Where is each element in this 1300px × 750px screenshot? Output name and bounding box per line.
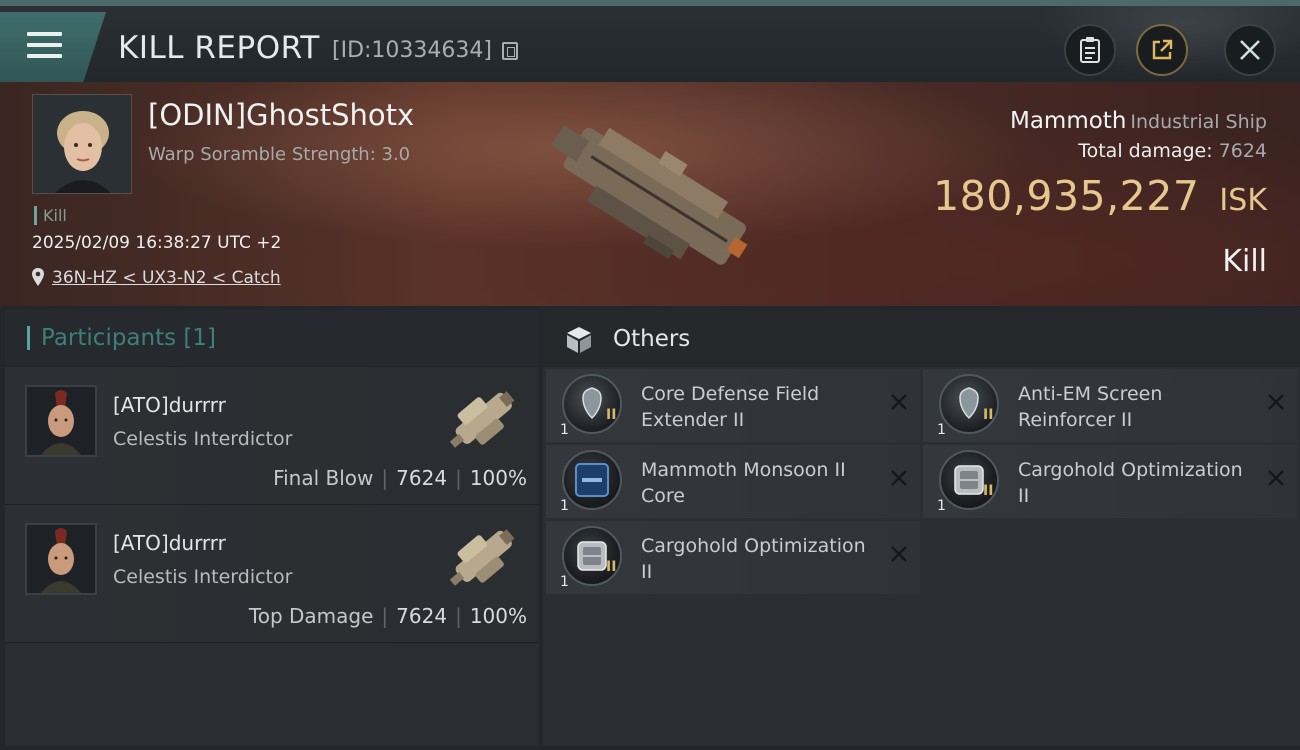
isk-value-row: 180,935,227 ISK <box>933 172 1267 220</box>
participant-label: Final Blow <box>273 466 374 490</box>
report-id: [ID:10334634] <box>332 38 492 63</box>
module-quantity: 1 <box>560 498 569 514</box>
participant-stats: Top Damage | 7624 | 100% <box>249 604 527 628</box>
cargo-glyph <box>577 541 607 571</box>
pilot-portrait <box>27 387 95 455</box>
participant-row[interactable]: [ATO]durrrr Celestis Interdictor Final B… <box>5 367 539 505</box>
pilot-portrait <box>27 525 95 593</box>
shield-glyph <box>959 387 979 420</box>
others-title: Others <box>613 326 691 352</box>
module-name: Mammoth Monsoon II Core <box>641 459 846 507</box>
participants-title: Participants [1] <box>41 325 216 351</box>
participant-name[interactable]: [ATO]durrrr <box>113 531 226 555</box>
module-quantity: 1 <box>560 422 569 438</box>
victim-portrait[interactable] <box>32 94 132 194</box>
participant-label: Top Damage <box>248 604 374 628</box>
destroyed-x-icon <box>891 470 907 486</box>
share-icon <box>1152 39 1173 60</box>
location-pin-icon <box>32 268 44 286</box>
kill-date: 2025/02/09 16:38:27 UTC +2 <box>32 233 282 253</box>
module-quantity: 1 <box>937 422 946 438</box>
module-name: Anti-EM Screen Reinforcer II <box>1018 383 1163 431</box>
module-item[interactable]: 1 Mammoth Monsoon II Core <box>546 445 920 518</box>
total-damage-label: Total damage: <box>1078 140 1213 162</box>
module-tier: II <box>606 559 617 575</box>
cargo-rig-icon <box>939 450 999 510</box>
victim-ship-image <box>551 125 748 265</box>
participant-ship: Celestis Interdictor <box>113 428 293 450</box>
module-item[interactable]: 1 II Anti-EM Screen Reinforcer II <box>923 369 1297 442</box>
kill-tag: Kill <box>34 206 67 225</box>
module-quantity: 1 <box>560 574 569 590</box>
victim-subtitle: Warp Soramble Strength: 3.0 <box>148 144 411 165</box>
destroyed-x-icon <box>1268 394 1284 410</box>
stat-divider: | <box>381 466 389 490</box>
destroyed-x-icon <box>1268 470 1284 486</box>
participant-percent: 100% <box>469 466 527 490</box>
module-tier: II <box>983 407 994 423</box>
participant-damage: 7624 <box>396 604 448 628</box>
module-item[interactable]: 1 II Cargohold Optimization II <box>546 521 920 594</box>
clipboard-button[interactable] <box>1064 24 1116 76</box>
module-name: Cargohold Optimization II <box>1018 459 1243 507</box>
cargo-rig-icon <box>562 526 622 586</box>
participant-ship: Celestis Interdictor <box>113 566 293 588</box>
participant-ship-image <box>449 391 515 448</box>
participants-panel: Participants [1] [ATO]durrrr Celestis In… <box>5 310 539 746</box>
clipboard-icon <box>1080 37 1100 63</box>
isk-unit: ISK <box>1219 183 1267 218</box>
cube-icon <box>567 327 591 353</box>
shield-rig-icon <box>939 374 999 434</box>
hamburger-icon <box>27 32 62 65</box>
stat-divider: | <box>381 604 389 628</box>
participant-name[interactable]: [ATO]durrrr <box>113 393 226 417</box>
module-name: Cargohold Optimization II <box>641 535 866 583</box>
participant-row[interactable]: [ATO]durrrr Celestis Interdictor Top Dam… <box>5 505 539 643</box>
module-tier: II <box>606 407 617 423</box>
close-icon <box>1240 40 1260 60</box>
victim-avatar <box>33 95 131 193</box>
shield-glyph <box>582 387 602 420</box>
module-tier: II <box>983 483 994 499</box>
shield-extender-icon <box>562 374 622 434</box>
result-label: Kill <box>1222 244 1267 279</box>
participants-header: Participants [1] <box>5 310 539 367</box>
participant-stats: Final Blow | 7624 | 100% <box>273 466 527 490</box>
destroyed-x-icon <box>891 546 907 562</box>
participant-damage: 7624 <box>396 466 448 490</box>
stat-divider: | <box>455 604 462 628</box>
share-button[interactable] <box>1136 24 1188 76</box>
menu-button[interactable] <box>0 12 106 84</box>
isk-value: 180,935,227 <box>933 172 1200 220</box>
header-accent <box>27 326 30 350</box>
page-title: KILL REPORT <box>118 30 320 66</box>
others-panel: Others 1 II Core Defense Field Extender … <box>543 310 1300 746</box>
total-damage: Total damage: 7624 <box>1078 140 1267 162</box>
chip-glyph <box>575 463 609 497</box>
cargo-glyph <box>954 465 984 495</box>
total-damage-value: 7624 <box>1218 140 1267 162</box>
others-header: Others <box>543 310 1300 367</box>
copy-icon[interactable] <box>502 42 518 60</box>
participant-percent: 100% <box>469 604 527 628</box>
ship-name-line: Mammoth Industrial Ship <box>1010 108 1267 134</box>
participant-avatar <box>25 523 97 595</box>
participant-avatar <box>25 385 97 457</box>
core-chip-icon <box>562 450 622 510</box>
stat-divider: | <box>455 466 462 490</box>
destroyed-x-icon <box>891 394 907 410</box>
module-item[interactable]: 1 II Core Defense Field Extender II <box>546 369 920 442</box>
top-bar: KILL REPORT [ID:10334634] <box>0 0 1300 88</box>
close-button[interactable] <box>1224 24 1276 76</box>
victim-name[interactable]: [ODIN]GhostShotx <box>148 98 414 132</box>
ship-class: Industrial Ship <box>1130 111 1267 133</box>
module-quantity: 1 <box>937 498 946 514</box>
module-item[interactable]: 1 II Cargohold Optimization II <box>923 445 1297 518</box>
module-name: Core Defense Field Extender II <box>641 383 820 431</box>
location-link[interactable]: 36N-HZ < UX3-N2 < Catch <box>52 268 281 288</box>
kill-banner: [ODIN]GhostShotx Warp Soramble Strength:… <box>0 82 1300 306</box>
ship-name[interactable]: Mammoth <box>1010 108 1126 134</box>
participant-ship-image <box>449 529 515 586</box>
